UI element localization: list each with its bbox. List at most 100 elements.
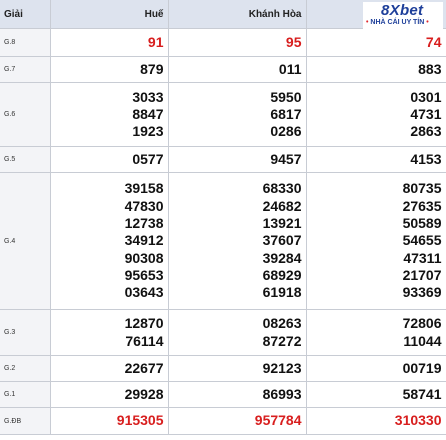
prize-number: 47311 bbox=[403, 249, 442, 266]
prize-cell: 92123 bbox=[168, 355, 307, 382]
prize-cell: 12870 76114 bbox=[50, 309, 169, 356]
prize-number: 21707 bbox=[402, 266, 442, 283]
prize-number: 74 bbox=[425, 33, 442, 50]
prize-cell: 80735 27635 50589 54655 47311 21707 93369 bbox=[306, 172, 446, 310]
prize-cell: 29928 bbox=[50, 381, 169, 408]
prize-cell: 0577 bbox=[50, 146, 169, 173]
prize-number: 47830 bbox=[124, 197, 164, 214]
prize-label: G.4 bbox=[0, 172, 51, 310]
prize-number: 95 bbox=[285, 33, 302, 50]
prize-number: 11044 bbox=[403, 332, 442, 349]
prize-number: 87272 bbox=[262, 332, 302, 349]
prize-cell: 91 bbox=[50, 28, 169, 57]
prize-number: 39158 bbox=[124, 180, 164, 197]
prize-row: G.6 3033 8847 1923 5950 6817 0286 0301 4731 2863 bbox=[0, 82, 446, 147]
prize-row: G.8 91 95 74 bbox=[0, 28, 446, 57]
prize-number: 957784 bbox=[254, 412, 302, 429]
prize-number: 50589 bbox=[402, 215, 442, 232]
prize-cell: 915305 bbox=[50, 407, 169, 435]
prize-cell: 011 bbox=[168, 56, 307, 83]
prize-number: 4153 bbox=[410, 150, 442, 167]
prize-number: 5950 bbox=[270, 88, 302, 105]
prize-row: G.ĐB 915305 957784 310330 bbox=[0, 407, 446, 435]
prize-cell: 3033 8847 1923 bbox=[50, 82, 169, 147]
province-hue[interactable]: Huế bbox=[50, 0, 169, 29]
prize-number: 61918 bbox=[262, 284, 302, 301]
prize-number: 12738 bbox=[124, 215, 164, 232]
prize-number: 879 bbox=[140, 60, 164, 77]
prize-number: 24682 bbox=[262, 197, 302, 214]
prize-number: 12870 bbox=[124, 315, 164, 332]
province-khanh-hoa[interactable]: Khánh Hòa bbox=[168, 0, 307, 29]
brand-tagline: • NHÀ CÁI UY TÍN • bbox=[366, 19, 429, 26]
prize-cell: 310330 bbox=[306, 407, 446, 435]
prize-row: G.1 29928 86993 58741 bbox=[0, 381, 446, 408]
prize-cell: 9457 bbox=[168, 146, 307, 173]
prize-label: G.7 bbox=[0, 56, 51, 83]
prize-cell: 00719 bbox=[306, 355, 446, 382]
prize-number: 0577 bbox=[132, 150, 164, 167]
prize-number: 00719 bbox=[402, 359, 442, 376]
prize-number: 37607 bbox=[262, 232, 302, 249]
prize-row: G.2 22677 92123 00719 bbox=[0, 355, 446, 382]
prize-cell: 68330 24682 13921 37607 39284 68929 61918 bbox=[168, 172, 307, 310]
prize-label: G.6 bbox=[0, 82, 51, 147]
prize-number: 58741 bbox=[402, 385, 442, 402]
brand-logo[interactable]: 8Xbet • NHÀ CÁI UY TÍN • bbox=[363, 2, 443, 30]
prize-number: 92123 bbox=[262, 359, 302, 376]
prize-number: 91 bbox=[147, 33, 164, 50]
prize-number: 22677 bbox=[124, 359, 164, 376]
prize-cell: 74 bbox=[306, 28, 446, 57]
prize-number: 72806 bbox=[402, 315, 442, 332]
prize-number: 2863 bbox=[410, 123, 442, 140]
prize-number: 1923 bbox=[132, 123, 164, 140]
prize-cell: 39158 47830 12738 34912 90308 95653 03643 bbox=[50, 172, 169, 310]
prize-number: 3033 bbox=[132, 88, 164, 105]
prize-number: 310330 bbox=[394, 412, 442, 429]
prize-number: 0286 bbox=[270, 123, 302, 140]
prize-number: 8847 bbox=[132, 105, 164, 122]
prize-cell: 883 bbox=[306, 56, 446, 83]
prize-label: G.1 bbox=[0, 381, 51, 408]
prize-label: G.3 bbox=[0, 309, 51, 356]
prize-row: G.7 879 011 883 bbox=[0, 56, 446, 83]
prize-cell: 879 bbox=[50, 56, 169, 83]
prize-number: 39284 bbox=[262, 249, 302, 266]
prize-number: 80735 bbox=[402, 180, 442, 197]
prize-number: 93369 bbox=[402, 284, 442, 301]
prize-number: 011 bbox=[278, 60, 302, 77]
prize-number: 9457 bbox=[270, 150, 302, 167]
results-table: Giải Huế Khánh Hòa G.8 91 95 74 G.7 879 011 883… bbox=[0, 0, 446, 435]
prize-number: 13921 bbox=[262, 215, 302, 232]
prize-label: G.2 bbox=[0, 355, 51, 382]
prize-cell: 08263 87272 bbox=[168, 309, 307, 356]
prize-label: G.8 bbox=[0, 28, 51, 57]
prize-number: 34912 bbox=[124, 232, 164, 249]
prize-number: 68929 bbox=[262, 266, 302, 283]
prize-number: 68330 bbox=[262, 180, 302, 197]
prize-label: G.ĐB bbox=[0, 407, 51, 435]
prize-number: 54655 bbox=[402, 232, 442, 249]
prize-row: G.4 39158 47830 12738 34912 90308 95653 03643 68… bbox=[0, 172, 446, 310]
prize-number: 29928 bbox=[124, 385, 164, 402]
prize-cell: 86993 bbox=[168, 381, 307, 408]
prize-number: 915305 bbox=[116, 412, 164, 429]
prize-number: 95653 bbox=[124, 266, 164, 283]
prize-cell: 5950 6817 0286 bbox=[168, 82, 307, 147]
prize-number: 03643 bbox=[124, 284, 164, 301]
prize-number: 08263 bbox=[262, 315, 302, 332]
prize-label: G.5 bbox=[0, 146, 51, 173]
prize-row: G.5 0577 9457 4153 bbox=[0, 146, 446, 173]
lottery-results: Giải Huế Khánh Hòa G.8 91 95 74 G.7 879 011 883… bbox=[0, 0, 446, 440]
brand-name: 8Xbet bbox=[381, 2, 424, 19]
prize-number: 0301 bbox=[410, 88, 442, 105]
prize-cell: 58741 bbox=[306, 381, 446, 408]
prize-cell: 95 bbox=[168, 28, 307, 57]
prize-cell: 22677 bbox=[50, 355, 169, 382]
prize-number: 6817 bbox=[270, 105, 302, 122]
prize-number: 90308 bbox=[124, 249, 164, 266]
results-body: G.8 91 95 74 G.7 879 011 883 G.6 3033 8847 1923 5950… bbox=[0, 28, 446, 435]
prize-cell: 957784 bbox=[168, 407, 307, 435]
prize-number: 27635 bbox=[402, 197, 442, 214]
prize-number: 883 bbox=[418, 60, 442, 77]
